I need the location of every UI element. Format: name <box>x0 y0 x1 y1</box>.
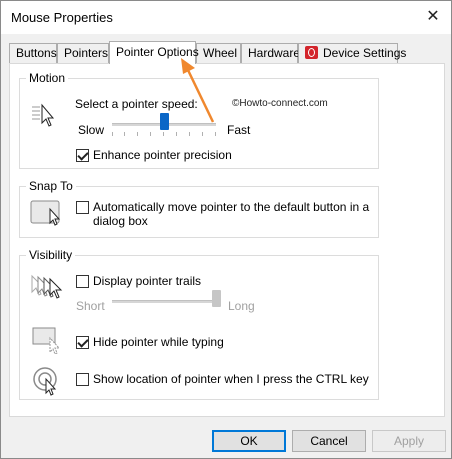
tab-hardware[interactable]: Hardware <box>241 43 301 63</box>
close-icon[interactable]: ✕ <box>419 4 447 30</box>
tick-mark <box>202 132 203 136</box>
title-bar: Mouse Properties ✕ <box>1 1 451 34</box>
group-title-visibility: Visibility <box>26 248 76 262</box>
tab-label: Hardware <box>248 46 301 60</box>
tick-mark <box>150 132 151 136</box>
ok-button[interactable]: OK <box>212 430 286 452</box>
show-location-label: Show location of pointer when I press th… <box>93 372 369 386</box>
slow-label: Slow <box>78 123 105 137</box>
tab-device-settings[interactable]: Device Settings <box>298 43 406 63</box>
hide-pointer-checkbox[interactable] <box>76 336 89 349</box>
apply-button: Apply <box>372 430 446 452</box>
enhance-precision-checkbox[interactable] <box>76 149 89 162</box>
snap-to-label-line2: dialog box <box>93 214 148 228</box>
pointer-speed-slider[interactable] <box>160 113 169 130</box>
fast-label: Fast <box>227 123 251 137</box>
enhance-precision-label: Enhance pointer precision <box>93 148 232 162</box>
tick-mark <box>124 132 125 136</box>
hide-pointer-label: Hide pointer while typing <box>93 335 224 349</box>
long-label: Long <box>228 299 255 313</box>
visibility-group: Visibility Display pointer trails Short … <box>19 248 379 400</box>
tick-mark <box>189 132 190 136</box>
window-title: Mouse Properties <box>11 10 113 25</box>
tab-label: Device Settings <box>323 46 407 60</box>
pointer-trails-icon <box>31 274 63 299</box>
tick-mark <box>215 132 216 136</box>
pointer-trails-label: Display pointer trails <box>93 274 202 288</box>
tick-mark <box>176 132 177 136</box>
tick-mark <box>137 132 138 136</box>
show-location-checkbox[interactable] <box>76 373 89 386</box>
annotation-arrow-icon <box>181 58 215 123</box>
tick-mark <box>112 132 113 136</box>
tab-buttons[interactable]: Buttons <box>9 43 57 63</box>
snap-to-group: Snap To Automatically move pointer to th… <box>19 179 379 238</box>
trail-length-track <box>112 300 216 303</box>
group-title-motion: Motion <box>26 71 69 85</box>
hide-pointer-icon <box>32 327 61 354</box>
pointer-trails-checkbox[interactable] <box>76 275 89 288</box>
device-settings-icon <box>305 46 318 59</box>
watermark: ©Howto-connect.com <box>232 98 328 109</box>
tab-label: Buttons <box>16 46 57 60</box>
pointer-speed-icon <box>32 103 55 127</box>
pointer-options-panel: Motion Select a pointer speed: Slow Fast <box>9 63 445 417</box>
snap-to-checkbox[interactable] <box>76 201 89 214</box>
tab-label: Pointers <box>64 46 109 60</box>
trail-length-slider <box>212 290 221 307</box>
tab-pointers[interactable]: Pointers <box>57 43 109 63</box>
snap-to-label-line1: Automatically move pointer to the defaul… <box>93 200 370 214</box>
short-label: Short <box>76 299 105 313</box>
pointer-location-icon <box>33 367 57 396</box>
mouse-properties-window: Mouse Properties ✕ Buttons Pointers Poin… <box>0 0 452 459</box>
tick-mark <box>163 132 164 136</box>
cancel-button[interactable]: Cancel <box>292 430 366 452</box>
snap-to-icon <box>30 200 61 226</box>
group-title-snap-to: Snap To <box>26 179 76 193</box>
